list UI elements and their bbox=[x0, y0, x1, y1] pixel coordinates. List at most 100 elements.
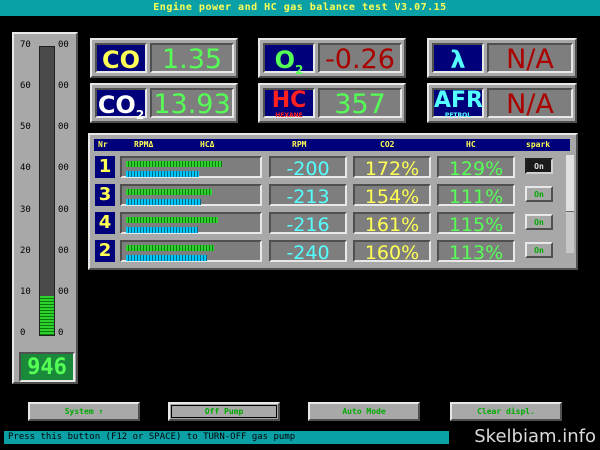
lambda-symbol: λ bbox=[432, 43, 484, 74]
delta-bars bbox=[120, 240, 262, 262]
gauge-tick-left: 30 bbox=[20, 204, 31, 215]
auto-mode-button[interactable]: Auto Mode bbox=[308, 402, 420, 421]
co2-symbol-main: CO bbox=[97, 91, 136, 119]
rpm-cell: -213 bbox=[269, 184, 347, 208]
co-symbol: CO bbox=[95, 43, 147, 74]
rpm-delta-bar bbox=[126, 217, 219, 223]
hc-cell: 113% bbox=[437, 240, 515, 264]
delta-bars bbox=[120, 212, 262, 234]
watermark: Skelbiam.info bbox=[474, 426, 596, 447]
o2-value: -0.26 bbox=[318, 43, 402, 75]
spark-toggle-button[interactable]: On bbox=[525, 242, 553, 258]
gauge-tick-right: 00 bbox=[58, 204, 69, 215]
gauge-tick-left: 0 bbox=[20, 328, 26, 338]
co-tile: CO 1.35 bbox=[90, 38, 238, 78]
delta-bars bbox=[120, 184, 262, 206]
o2-symbol-main: O bbox=[274, 46, 296, 74]
rpm-gauge-panel: 70 60 50 40 30 20 10 0 00 00 00 00 00 00 00 0 946 bbox=[12, 32, 78, 384]
rpm-delta-bar bbox=[126, 161, 223, 167]
co-value: 1.35 bbox=[150, 43, 234, 75]
clear-display-button[interactable]: Clear displ. bbox=[450, 402, 562, 421]
cylinder-table: Nr RPMΔ HCΔ RPM CO2 HC spark 1 -200 172% 12… bbox=[88, 133, 578, 270]
spark-toggle-button[interactable]: On bbox=[525, 214, 553, 230]
header-hc-delta: HCΔ bbox=[200, 140, 215, 149]
gauge-tick-right: 00 bbox=[58, 81, 69, 92]
spark-toggle-button[interactable]: On bbox=[525, 158, 553, 174]
cylinder-number: 3 bbox=[95, 184, 115, 206]
gauge-tick-right: 00 bbox=[58, 40, 69, 50]
o2-tile: O2 -0.26 bbox=[258, 38, 406, 78]
o2-symbol: O2 bbox=[263, 43, 315, 77]
hc-cell: 129% bbox=[437, 156, 515, 180]
off-pump-button[interactable]: Off Pump bbox=[168, 402, 280, 421]
co2-value: 13.93 bbox=[150, 88, 234, 120]
delta-bars bbox=[120, 156, 262, 178]
header-rpm: RPM bbox=[292, 140, 307, 149]
o2-symbol-sub: 2 bbox=[295, 62, 304, 77]
hc-symbol-sub: HEXANE bbox=[275, 112, 303, 119]
hc-value: 357 bbox=[318, 88, 402, 120]
gauge-tick-right: 00 bbox=[58, 286, 69, 297]
gauge-tick-right: 0 bbox=[58, 328, 64, 338]
hc-tile: HC HEXANE 357 bbox=[258, 83, 406, 123]
hc-delta-bar bbox=[126, 171, 199, 177]
rpm-cell: -240 bbox=[269, 240, 347, 264]
header-co2: CO2 bbox=[380, 140, 395, 149]
status-bar: Press this button (F12 or SPACE) to TURN… bbox=[4, 431, 449, 444]
table-header: Nr RPMΔ HCΔ RPM CO2 HC spark bbox=[94, 139, 570, 151]
window-title: Engine power and HC gas balance test V3.… bbox=[0, 0, 600, 16]
co2-cell: 161% bbox=[353, 212, 431, 236]
table-row[interactable]: 1 -200 172% 129% On bbox=[95, 155, 565, 181]
table-row[interactable]: 2 -240 160% 113% On bbox=[95, 239, 565, 265]
hc-delta-bar bbox=[126, 199, 202, 205]
afr-value: N/A bbox=[487, 88, 573, 120]
table-row[interactable]: 3 -213 154% 111% On bbox=[95, 183, 565, 209]
gauge-tick-left: 50 bbox=[20, 122, 31, 133]
afr-symbol: AFR PETROL bbox=[432, 88, 484, 119]
rpm-cell: -216 bbox=[269, 212, 347, 236]
co2-cell: 160% bbox=[353, 240, 431, 264]
co2-cell: 172% bbox=[353, 156, 431, 180]
spark-toggle-button[interactable]: On bbox=[525, 186, 553, 202]
header-spark: spark bbox=[526, 140, 551, 149]
system-button[interactable]: System ↑ bbox=[28, 402, 140, 421]
gauge-readout: 946 bbox=[19, 352, 75, 382]
table-row[interactable]: 4 -216 161% 115% On bbox=[95, 211, 565, 237]
lambda-tile: λ N/A bbox=[427, 38, 577, 78]
gauge-tick-right: 00 bbox=[58, 163, 69, 174]
gauge-tick-left: 70 bbox=[20, 40, 31, 50]
co2-cell: 154% bbox=[353, 184, 431, 208]
gauge-tick-left: 20 bbox=[20, 245, 31, 256]
hc-symbol: HC HEXANE bbox=[263, 88, 315, 119]
rpm-delta-bar bbox=[126, 189, 212, 195]
co2-symbol: CO2 bbox=[95, 88, 147, 122]
table-scrollbar[interactable] bbox=[566, 155, 574, 253]
gauge-tick-left: 40 bbox=[20, 163, 31, 174]
gauge-tick-right: 00 bbox=[58, 245, 69, 256]
hc-symbol-main: HC bbox=[271, 88, 307, 113]
rpm-cell: -200 bbox=[269, 156, 347, 180]
gauge-tick-right: 00 bbox=[58, 122, 69, 133]
cylinder-number: 2 bbox=[95, 240, 115, 262]
co2-tile: CO2 13.93 bbox=[90, 83, 238, 123]
cylinder-number: 4 bbox=[95, 212, 115, 234]
gauge-tick-left: 60 bbox=[20, 81, 31, 92]
co2-symbol-sub: 2 bbox=[135, 107, 145, 122]
header-rpm-delta: RPMΔ bbox=[134, 140, 154, 149]
scrollbar-thumb[interactable] bbox=[566, 155, 574, 212]
gauge-fill-bar bbox=[40, 296, 54, 335]
hc-cell: 115% bbox=[437, 212, 515, 236]
header-hc: HC bbox=[466, 140, 476, 149]
rpm-delta-bar bbox=[126, 245, 215, 251]
hc-delta-bar bbox=[126, 227, 198, 233]
gauge-scale-left: 70 60 50 40 30 20 10 0 bbox=[20, 40, 36, 338]
gauge-scale-right: 00 00 00 00 00 00 00 0 bbox=[58, 40, 74, 338]
afr-symbol-sub: PETROL bbox=[444, 112, 472, 119]
header-nr: Nr bbox=[98, 140, 108, 149]
hc-cell: 111% bbox=[437, 184, 515, 208]
lambda-value: N/A bbox=[487, 43, 573, 75]
gauge-tube bbox=[39, 46, 55, 336]
afr-tile: AFR PETROL N/A bbox=[427, 83, 577, 123]
afr-symbol-main: AFR bbox=[434, 88, 483, 113]
cylinder-number: 1 bbox=[95, 156, 115, 178]
